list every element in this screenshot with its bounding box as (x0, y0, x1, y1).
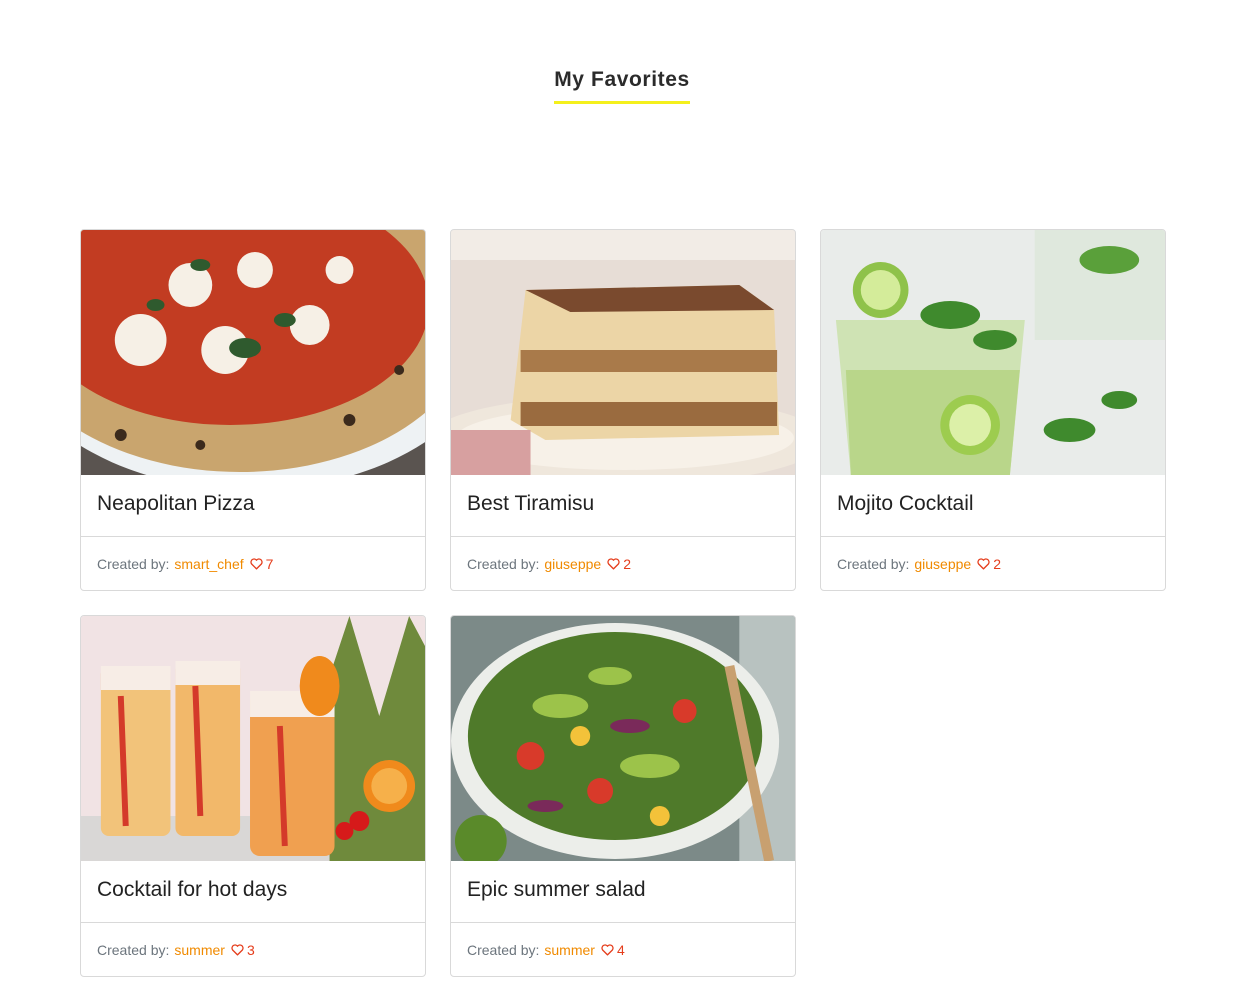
card-body: Neapolitan Pizza (81, 475, 425, 537)
likes-value: 3 (246, 942, 255, 958)
likes-value: 2 (623, 556, 631, 572)
card-body: Mojito Cocktail (821, 475, 1165, 537)
likes-count[interactable]: 3 (231, 942, 255, 958)
likes-count[interactable]: 4 (601, 942, 625, 958)
recipe-image[interactable] (821, 230, 1165, 475)
card-footer: Created by: summer 3 (81, 923, 425, 958)
recipe-image[interactable] (81, 230, 425, 475)
created-by-label: Created by: (837, 556, 910, 572)
heart-icon[interactable] (250, 558, 263, 570)
recipe-title[interactable]: Mojito Cocktail (837, 492, 1149, 516)
card-footer: Created by: giuseppe 2 (451, 537, 795, 572)
created-by-label: Created by: (97, 556, 170, 572)
heart-icon[interactable] (601, 944, 614, 956)
card-footer: Created by: giuseppe 2 (821, 537, 1165, 572)
card-body: Epic summer salad (451, 861, 795, 923)
card-body: Best Tiramisu (451, 475, 795, 537)
author-link[interactable]: summer (544, 942, 595, 958)
page-title: My Favorites (554, 68, 690, 104)
likes-value: 7 (265, 556, 274, 572)
likes-count[interactable]: 2 (607, 556, 631, 572)
likes-value: 2 (993, 556, 1001, 572)
created-by-label: Created by: (97, 942, 170, 958)
recipe-title[interactable]: Best Tiramisu (467, 492, 779, 516)
recipe-image[interactable] (451, 230, 795, 475)
heart-icon[interactable] (977, 558, 990, 570)
card-body: Cocktail for hot days (81, 861, 425, 923)
heart-icon[interactable] (231, 944, 244, 956)
created-by-label: Created by: (467, 942, 540, 958)
created-by-label: Created by: (467, 556, 540, 572)
heart-icon[interactable] (607, 558, 620, 570)
author-link[interactable]: summer (174, 942, 225, 958)
author-link[interactable]: giuseppe (914, 556, 971, 572)
author-link[interactable]: giuseppe (544, 556, 601, 572)
recipe-image[interactable] (81, 616, 425, 861)
likes-value: 4 (616, 942, 625, 958)
page-header: My Favorites (0, 68, 1244, 104)
recipe-card[interactable]: Epic summer salad Created by: summer 4 (450, 615, 796, 977)
recipe-title[interactable]: Epic summer salad (467, 878, 779, 902)
card-footer: Created by: summer 4 (451, 923, 795, 958)
author-link[interactable]: smart_chef (174, 556, 243, 572)
recipe-card[interactable]: Cocktail for hot days Created by: summer… (80, 615, 426, 977)
likes-count[interactable]: 7 (250, 556, 274, 572)
card-footer: Created by: smart_chef 7 (81, 537, 425, 572)
recipe-title[interactable]: Cocktail for hot days (97, 878, 409, 902)
recipe-card[interactable]: Best Tiramisu Created by: giuseppe 2 (450, 229, 796, 591)
recipe-image[interactable] (451, 616, 795, 861)
recipe-grid: Neapolitan Pizza Created by: smart_chef … (80, 229, 1166, 977)
recipe-title[interactable]: Neapolitan Pizza (97, 492, 409, 516)
likes-count[interactable]: 2 (977, 556, 1001, 572)
recipe-card[interactable]: Mojito Cocktail Created by: giuseppe 2 (820, 229, 1166, 591)
recipe-card[interactable]: Neapolitan Pizza Created by: smart_chef … (80, 229, 426, 591)
